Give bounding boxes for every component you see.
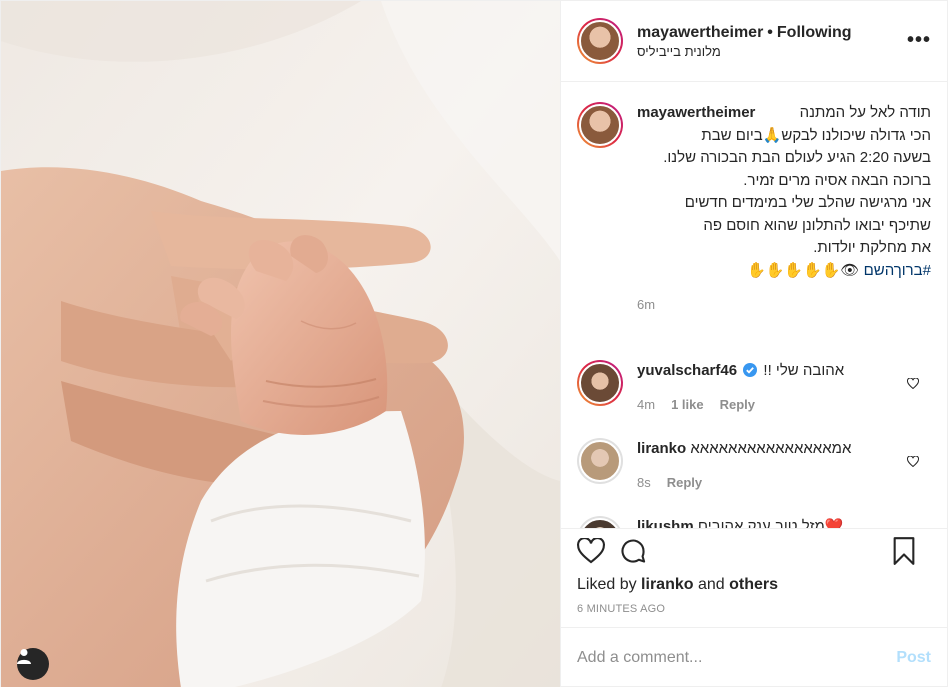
verified-badge-icon [743, 363, 758, 377]
reply-button[interactable]: Reply [667, 475, 702, 490]
comment-line: yuvalscharf46 אהובה שלי !! [637, 360, 931, 382]
like-heart-icon[interactable] [577, 537, 605, 564]
comment-item: yuvalscharf46 אהובה שלי !! 4m 1 like Reply [577, 360, 931, 416]
comment-text: אמאאאאאאאאאאאאאאא [690, 440, 852, 457]
liked-by-others[interactable]: others [729, 576, 778, 593]
caption-username[interactable]: mayawertheimer [637, 102, 755, 125]
separator-dot: • [767, 23, 773, 41]
tagged-people-button[interactable] [17, 648, 49, 680]
comment-time[interactable]: 4m [637, 397, 655, 412]
caption-line: אני מרגישה שהלב שלי במימדים חדשים [684, 194, 931, 211]
comment-line: liranko אמאאאאאאאאאאאאאאא [637, 438, 931, 460]
caption-body: mayawertheimer תודה לאל על המתנה הכי גדו… [637, 102, 931, 316]
header-text: mayawertheimer • Following מלונית בייביליס [637, 24, 852, 59]
comment-bubble-icon[interactable] [619, 537, 647, 565]
follow-status-button[interactable]: Following [777, 24, 852, 41]
caption-line: את מחלקת יולדות. [813, 239, 931, 256]
likes-summary: Liked by liranko and others [561, 572, 947, 598]
comments-section[interactable]: mayawertheimer תודה לאל על המתנה הכי גדו… [561, 82, 947, 528]
comment-avatar[interactable] [577, 360, 623, 406]
author-avatar[interactable] [577, 18, 623, 64]
likes-prefix: Liked by [577, 576, 637, 593]
comment-text: ❤️מזל טוב ענק אהובים [697, 518, 844, 528]
comment-time[interactable]: 8s [637, 475, 651, 490]
post-photo[interactable] [1, 1, 560, 687]
caption: mayawertheimer תודה לאל על המתנה הכי גדו… [577, 102, 931, 316]
post-timestamp[interactable]: 6 MINUTES AGO [561, 598, 947, 628]
caption-emojis: 👁✋✋✋✋✋ [746, 261, 860, 279]
caption-line: תודה לאל על המתנה [799, 104, 931, 121]
comment-username[interactable]: liranko [637, 440, 686, 457]
bookmark-icon[interactable] [891, 537, 917, 565]
user-icon [17, 649, 31, 664]
post-header: mayawertheimer • Following מלונית בייביליס… [561, 1, 947, 82]
comment-avatar[interactable] [577, 438, 623, 484]
comment-avatar[interactable] [577, 516, 623, 528]
add-comment-bar: Post [561, 628, 947, 687]
post-side-panel: mayawertheimer • Following מלונית בייביליס… [560, 1, 947, 687]
comment-body: likushm ❤️מזל טוב ענק אהובים [637, 516, 931, 528]
liked-by-user[interactable]: liranko [641, 576, 693, 593]
comment-item: liranko אמאאאאאאאאאאאאאאא 8s Reply [577, 438, 931, 494]
comment-text: אהובה שלי !! [763, 362, 845, 379]
comment-body: yuvalscharf46 אהובה שלי !! 4m 1 like Reply [637, 360, 931, 416]
caption-line: שתיכף יבואו להתלונן שהוא חוסם פה [703, 216, 931, 234]
caption-time[interactable]: 6m [637, 297, 655, 312]
comment-meta: 4m 1 like Reply [637, 394, 931, 416]
post-location[interactable]: מלונית בייביליס [637, 44, 852, 59]
comment-meta: 8s Reply [637, 472, 931, 494]
comment-username[interactable]: yuvalscharf46 [637, 362, 737, 379]
comment-item: likushm ❤️מזל טוב ענק אהובים [577, 516, 931, 528]
caption-meta: 6m [637, 294, 931, 316]
caption-avatar[interactable] [577, 102, 623, 148]
comment-username[interactable]: likushm [637, 518, 694, 528]
instagram-post: mayawertheimer • Following מלונית בייביליס… [0, 0, 948, 687]
baby-hand-photo [1, 1, 560, 687]
add-comment-input[interactable] [577, 649, 857, 667]
caption-text: mayawertheimer תודה לאל על המתנה הכי גדו… [637, 102, 931, 282]
reply-button[interactable]: Reply [720, 397, 755, 412]
caption-line: הכי גדולה שיכולנו לבקש🙏ביום שבת [701, 126, 931, 144]
comment-body: liranko אמאאאאאאאאאאאאאאא 8s Reply [637, 438, 931, 494]
like-comment-heart-icon[interactable] [907, 378, 919, 389]
likes-and: and [697, 576, 725, 593]
caption-hashtag[interactable]: #ברוךהשם [864, 262, 931, 279]
caption-line: בשעה 2:20 הגיע לעולם הבת הבכורה שלנו. [663, 149, 931, 166]
more-options-icon[interactable]: ••• [907, 29, 931, 52]
comment-line: likushm ❤️מזל טוב ענק אהובים [637, 516, 931, 528]
post-actions [561, 528, 947, 572]
header-line: mayawertheimer • Following [637, 24, 852, 42]
like-comment-heart-icon[interactable] [907, 456, 919, 467]
author-username[interactable]: mayawertheimer [637, 24, 763, 41]
comment-likes[interactable]: 1 like [671, 397, 704, 412]
caption-line: ברוכה הבאה אסיה מרים זמיר. [743, 171, 931, 189]
post-comment-button[interactable]: Post [896, 649, 931, 667]
